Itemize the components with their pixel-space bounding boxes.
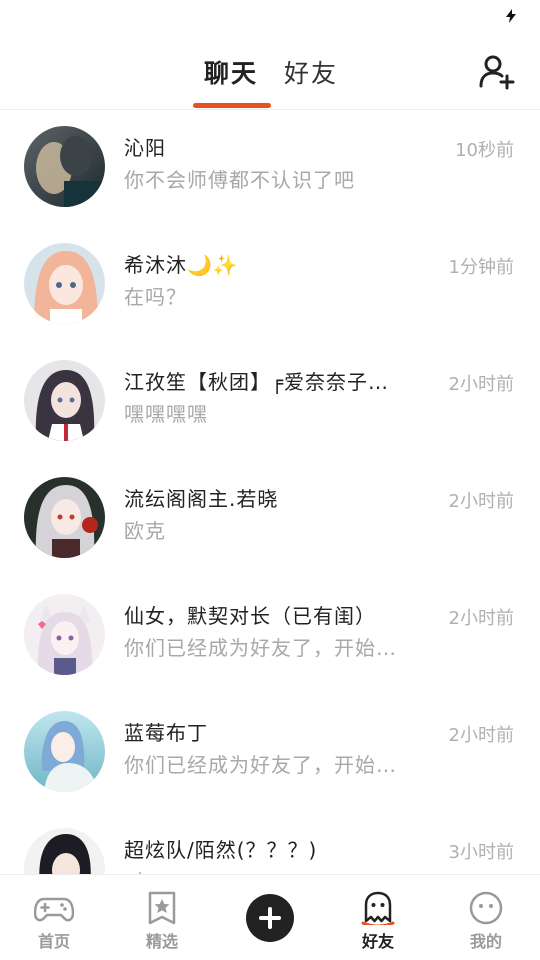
last-message: 你们已经成为好友了，开始… xyxy=(124,636,397,660)
conversation-row[interactable]: 超炫队/陌然(？？？) 对 3小时前 xyxy=(0,812,540,875)
message-time: 10秒前 xyxy=(455,140,514,161)
last-message: 嘿嘿嘿嘿 xyxy=(124,402,208,426)
star-bookmark-icon xyxy=(148,891,176,925)
nav-label: 我的 xyxy=(469,932,502,951)
message-time: 2小时前 xyxy=(448,491,514,512)
conversation-list[interactable]: 沁阳 你不会师傅都不认识了吧 10秒前 希沐沐🌙✨ 在吗？ 1分钟前 江孜笙【秋… xyxy=(0,110,540,875)
bottom-navigation: 首页 精选 好友 我的 xyxy=(0,874,540,960)
nav-home[interactable]: 首页 xyxy=(0,875,108,960)
add-user-icon[interactable] xyxy=(478,52,516,90)
last-message: 你不会师傅都不认识了吧 xyxy=(124,168,355,192)
conversation-row[interactable]: 沁阳 你不会师傅都不认识了吧 10秒前 xyxy=(0,110,540,227)
contact-name: 沁阳 xyxy=(124,136,166,160)
avatar xyxy=(24,594,105,675)
conversation-row[interactable]: 希沐沐🌙✨ 在吗？ 1分钟前 xyxy=(0,227,540,344)
nav-label: 精选 xyxy=(145,932,178,951)
contact-name: 超炫队/陌然(？？？) xyxy=(124,838,318,862)
avatar xyxy=(24,711,105,792)
status-bar xyxy=(0,0,540,34)
header: 聊天 好友 xyxy=(0,34,540,110)
nav-friends[interactable]: 好友 xyxy=(324,875,432,960)
message-time: 1分钟前 xyxy=(448,257,514,278)
ghost-icon xyxy=(361,891,395,925)
contact-name: 流纭阁阁主.若晓 xyxy=(124,487,279,511)
conversation-row[interactable]: 仙女，默契对长（已有闺） 你们已经成为好友了，开始… 2小时前 xyxy=(0,578,540,695)
face-icon xyxy=(469,891,503,925)
nav-label: 首页 xyxy=(37,932,70,951)
active-tab-indicator xyxy=(193,103,271,108)
create-post-button[interactable] xyxy=(246,894,294,942)
last-message: 欧克 xyxy=(124,519,166,543)
message-time: 2小时前 xyxy=(448,725,514,746)
last-message: 你们已经成为好友了，开始… xyxy=(124,753,397,777)
charging-icon xyxy=(506,9,516,23)
avatar xyxy=(24,477,105,558)
conversation-row[interactable]: 蓝莓布丁 你们已经成为好友了，开始… 2小时前 xyxy=(0,695,540,812)
tab-friends[interactable]: 好友 xyxy=(284,54,338,90)
nav-featured[interactable]: 精选 xyxy=(108,875,216,960)
avatar xyxy=(24,243,105,324)
nav-label: 好友 xyxy=(361,932,394,951)
tab-chat[interactable]: 聊天 xyxy=(204,54,258,90)
conversation-row[interactable]: 江孜笙【秋团】╒爱奈奈子… 嘿嘿嘿嘿 2小时前 xyxy=(0,344,540,461)
avatar xyxy=(24,126,105,207)
message-time: 2小时前 xyxy=(448,374,514,395)
contact-name: 仙女，默契对长（已有闺） xyxy=(124,604,376,628)
avatar xyxy=(24,828,105,875)
message-time: 2小时前 xyxy=(448,608,514,629)
gamepad-icon xyxy=(34,897,74,922)
avatar xyxy=(24,360,105,441)
message-time: 3小时前 xyxy=(448,842,514,863)
contact-name: 蓝莓布丁 xyxy=(124,721,208,745)
contact-name: 江孜笙【秋团】╒爱奈奈子… xyxy=(124,370,390,394)
last-message: 在吗？ xyxy=(124,285,187,309)
nav-me[interactable]: 我的 xyxy=(432,875,540,960)
conversation-row[interactable]: 流纭阁阁主.若晓 欧克 2小时前 xyxy=(0,461,540,578)
contact-name: 希沐沐🌙✨ xyxy=(124,253,239,277)
